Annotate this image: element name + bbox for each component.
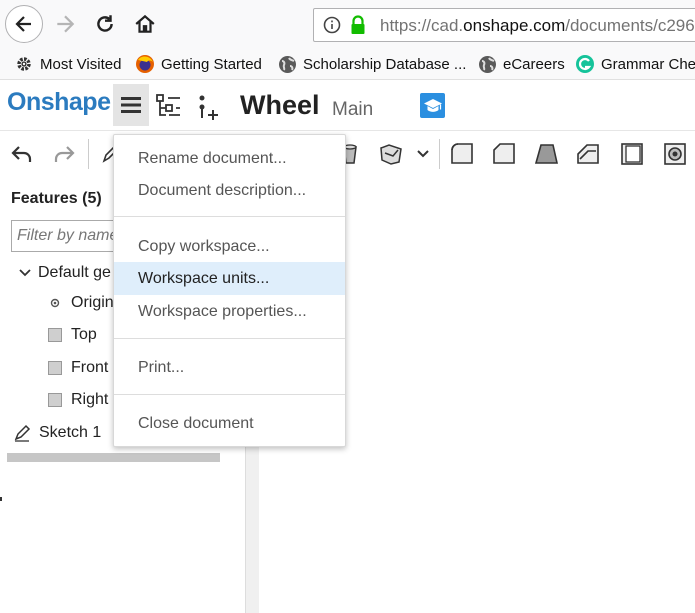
document-menu-button[interactable]	[113, 84, 149, 126]
url-text[interactable]: https://cad.onshape.com/documents/c296	[380, 16, 695, 36]
tree-item-right-plane[interactable]: Right	[48, 391, 108, 409]
feature-toolbar	[0, 131, 695, 177]
tree-item-origin[interactable]: Origin	[48, 294, 114, 312]
menu-separator	[114, 394, 345, 395]
more-features-chevron-icon[interactable]	[411, 140, 435, 168]
back-arrow-icon	[15, 16, 31, 32]
firefox-icon	[135, 54, 155, 74]
app-header: Onshape Wheel Main	[0, 80, 695, 131]
browser-toolbar: https://cad.onshape.com/documents/c296	[0, 0, 695, 50]
redo-icon[interactable]	[50, 140, 78, 168]
bookmarks-bar: Most Visited Getting Started Scholarship…	[0, 50, 695, 80]
reload-icon	[97, 15, 113, 32]
menu-separator	[114, 338, 345, 339]
cursor-mark	[0, 497, 2, 501]
document-menu: Rename document... Document description.…	[113, 134, 346, 447]
menu-item-workspace-units[interactable]: Workspace units...	[114, 262, 345, 295]
bookmark-grammar[interactable]: Grammar Chec	[575, 54, 695, 74]
bookmark-most-visited[interactable]: Most Visited	[14, 54, 121, 74]
document-title[interactable]: Wheel	[240, 90, 320, 121]
horizontal-scrollbar[interactable]	[7, 453, 220, 462]
globe-icon	[277, 54, 297, 74]
menu-separator	[114, 216, 345, 217]
home-icon	[135, 14, 155, 33]
plane-icon	[48, 361, 62, 375]
origin-icon	[50, 298, 60, 308]
plane-icon	[48, 328, 62, 342]
toolbar-divider	[88, 139, 89, 169]
plane-icon	[48, 393, 62, 407]
graduation-cap-icon	[423, 98, 442, 112]
tree-item-top-plane[interactable]: Top	[48, 326, 97, 344]
gear-icon	[14, 54, 34, 74]
features-title: Features (5)	[11, 190, 102, 207]
tree-item-front-plane[interactable]: Front	[48, 359, 108, 377]
menu-item-close-document[interactable]: Close document	[114, 407, 345, 440]
chevron-down-icon[interactable]	[18, 268, 32, 278]
draft-icon[interactable]	[532, 140, 560, 168]
sweep-icon[interactable]	[377, 140, 405, 168]
bookmark-ecareers[interactable]: eCareers	[477, 54, 565, 74]
shell-icon[interactable]	[618, 140, 646, 168]
forward-button[interactable]	[46, 5, 84, 43]
hole-icon[interactable]	[661, 140, 689, 168]
menu-item-document-description[interactable]: Document description...	[114, 174, 345, 207]
onshape-logo[interactable]: Onshape	[7, 88, 111, 117]
tree-item-default-geometry[interactable]: Default ge	[18, 264, 111, 282]
learning-center-button[interactable]	[420, 93, 445, 118]
chamfer-icon[interactable]	[490, 140, 518, 168]
undo-icon[interactable]	[8, 140, 36, 168]
reload-button[interactable]	[86, 5, 124, 43]
address-bar[interactable]: https://cad.onshape.com/documents/c296	[313, 8, 695, 42]
lock-icon[interactable]	[349, 15, 367, 40]
bookmark-getting-started[interactable]: Getting Started	[135, 54, 262, 74]
rib-icon[interactable]	[574, 140, 602, 168]
globe-icon	[477, 54, 497, 74]
info-icon[interactable]	[323, 16, 341, 39]
tree-item-sketch-1[interactable]: Sketch 1	[14, 424, 101, 442]
hamburger-icon	[121, 97, 141, 113]
home-button[interactable]	[126, 5, 164, 43]
sketch-icon	[14, 424, 31, 442]
bookmark-scholarship[interactable]: Scholarship Database ...	[277, 54, 466, 74]
menu-item-rename-document[interactable]: Rename document...	[114, 142, 345, 175]
grammarly-icon	[575, 54, 595, 74]
menu-item-copy-workspace[interactable]: Copy workspace...	[114, 230, 345, 263]
fillet-icon[interactable]	[448, 140, 476, 168]
menu-item-workspace-properties[interactable]: Workspace properties...	[114, 295, 345, 328]
menu-item-print[interactable]: Print...	[114, 351, 345, 384]
back-button[interactable]	[5, 5, 43, 43]
forward-arrow-icon	[57, 15, 75, 33]
workspace-branch[interactable]: Main	[332, 99, 373, 121]
feature-list-icon[interactable]	[156, 94, 182, 123]
toolbar-divider	[439, 139, 440, 169]
insert-feature-icon[interactable]	[196, 94, 220, 125]
